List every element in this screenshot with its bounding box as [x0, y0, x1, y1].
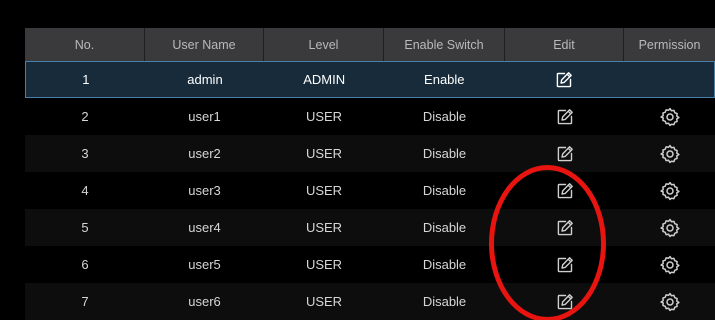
cell-no: 4: [81, 183, 89, 198]
gear-icon[interactable]: [659, 107, 680, 127]
cell-edit: [505, 98, 624, 135]
table-row[interactable]: 7 user6 USER Disable: [25, 283, 715, 320]
cell-level: ADMIN: [303, 72, 346, 87]
table-row[interactable]: 1 admin ADMIN Enable: [25, 61, 715, 98]
edit-icon[interactable]: [556, 145, 574, 163]
table-row[interactable]: 3 user2 USER Disable: [25, 135, 715, 172]
header-enable-switch[interactable]: Enable Switch: [384, 28, 505, 61]
cell-no: 1: [82, 72, 90, 87]
cell-no: 2: [81, 109, 89, 124]
cell-edit: [505, 209, 624, 246]
table-row[interactable]: 6 user5 USER Disable: [25, 246, 715, 283]
cell-permission: [624, 283, 715, 320]
user-table: No. User Name Level Enable Switch Edit P…: [25, 28, 715, 320]
header-level[interactable]: Level: [264, 28, 384, 61]
cell-enable-switch[interactable]: Disable: [384, 209, 505, 246]
cell-user-name: user2: [188, 146, 221, 161]
cell-enable-switch[interactable]: Enable: [384, 62, 505, 97]
cell-edit: [505, 172, 624, 209]
cell-level: USER: [305, 183, 343, 198]
table-row[interactable]: 5 user4 USER Disable: [25, 209, 715, 246]
cell-enable-switch[interactable]: Disable: [384, 135, 505, 172]
cell-user-name: user4: [188, 220, 221, 235]
header-edit[interactable]: Edit: [505, 28, 624, 61]
cell-permission: [624, 172, 715, 209]
cell-level: USER: [305, 109, 343, 124]
cell-user-name: user1: [188, 109, 221, 124]
cell-enable-switch[interactable]: Disable: [384, 172, 505, 209]
gear-icon[interactable]: [659, 144, 680, 164]
cell-permission: [624, 209, 715, 246]
cell-enable-switch[interactable]: Disable: [384, 98, 505, 135]
header-no[interactable]: No.: [25, 28, 145, 61]
cell-no: 3: [81, 146, 89, 161]
cell-user-name: user6: [188, 294, 221, 309]
table-header: No. User Name Level Enable Switch Edit P…: [25, 28, 715, 61]
cell-permission: [624, 135, 715, 172]
cell-edit: [505, 283, 624, 320]
edit-icon[interactable]: [556, 219, 574, 237]
header-user-name[interactable]: User Name: [145, 28, 264, 61]
edit-icon[interactable]: [556, 182, 574, 200]
edit-icon[interactable]: [556, 293, 574, 311]
gear-icon[interactable]: [659, 292, 680, 312]
cell-user-name: admin: [187, 72, 223, 87]
edit-icon[interactable]: [556, 256, 574, 274]
cell-level: USER: [305, 146, 343, 161]
table-row[interactable]: 2 user1 USER Disable: [25, 98, 715, 135]
cell-edit: [505, 135, 624, 172]
cell-permission: [624, 246, 715, 283]
gear-icon[interactable]: [659, 255, 680, 275]
edit-icon[interactable]: [555, 71, 573, 89]
cell-user-name: user5: [188, 257, 221, 272]
cell-permission: [624, 98, 715, 135]
edit-icon[interactable]: [556, 108, 574, 126]
cell-level: USER: [305, 294, 343, 309]
header-permission[interactable]: Permission: [624, 28, 715, 61]
gear-icon[interactable]: [659, 218, 680, 238]
cell-no: 6: [81, 257, 89, 272]
cell-enable-switch[interactable]: Disable: [384, 283, 505, 320]
gear-icon[interactable]: [659, 181, 680, 201]
cell-permission: [623, 62, 714, 97]
table-row[interactable]: 4 user3 USER Disable: [25, 172, 715, 209]
cell-no: 7: [81, 294, 89, 309]
cell-user-name: user3: [188, 183, 221, 198]
cell-level: USER: [305, 220, 343, 235]
cell-edit: [505, 246, 624, 283]
cell-enable-switch[interactable]: Disable: [384, 246, 505, 283]
cell-no: 5: [81, 220, 89, 235]
cell-level: USER: [305, 257, 343, 272]
table-body: 1 admin ADMIN Enable 2 user1 USER Disabl…: [25, 61, 715, 320]
cell-edit: [505, 62, 624, 97]
